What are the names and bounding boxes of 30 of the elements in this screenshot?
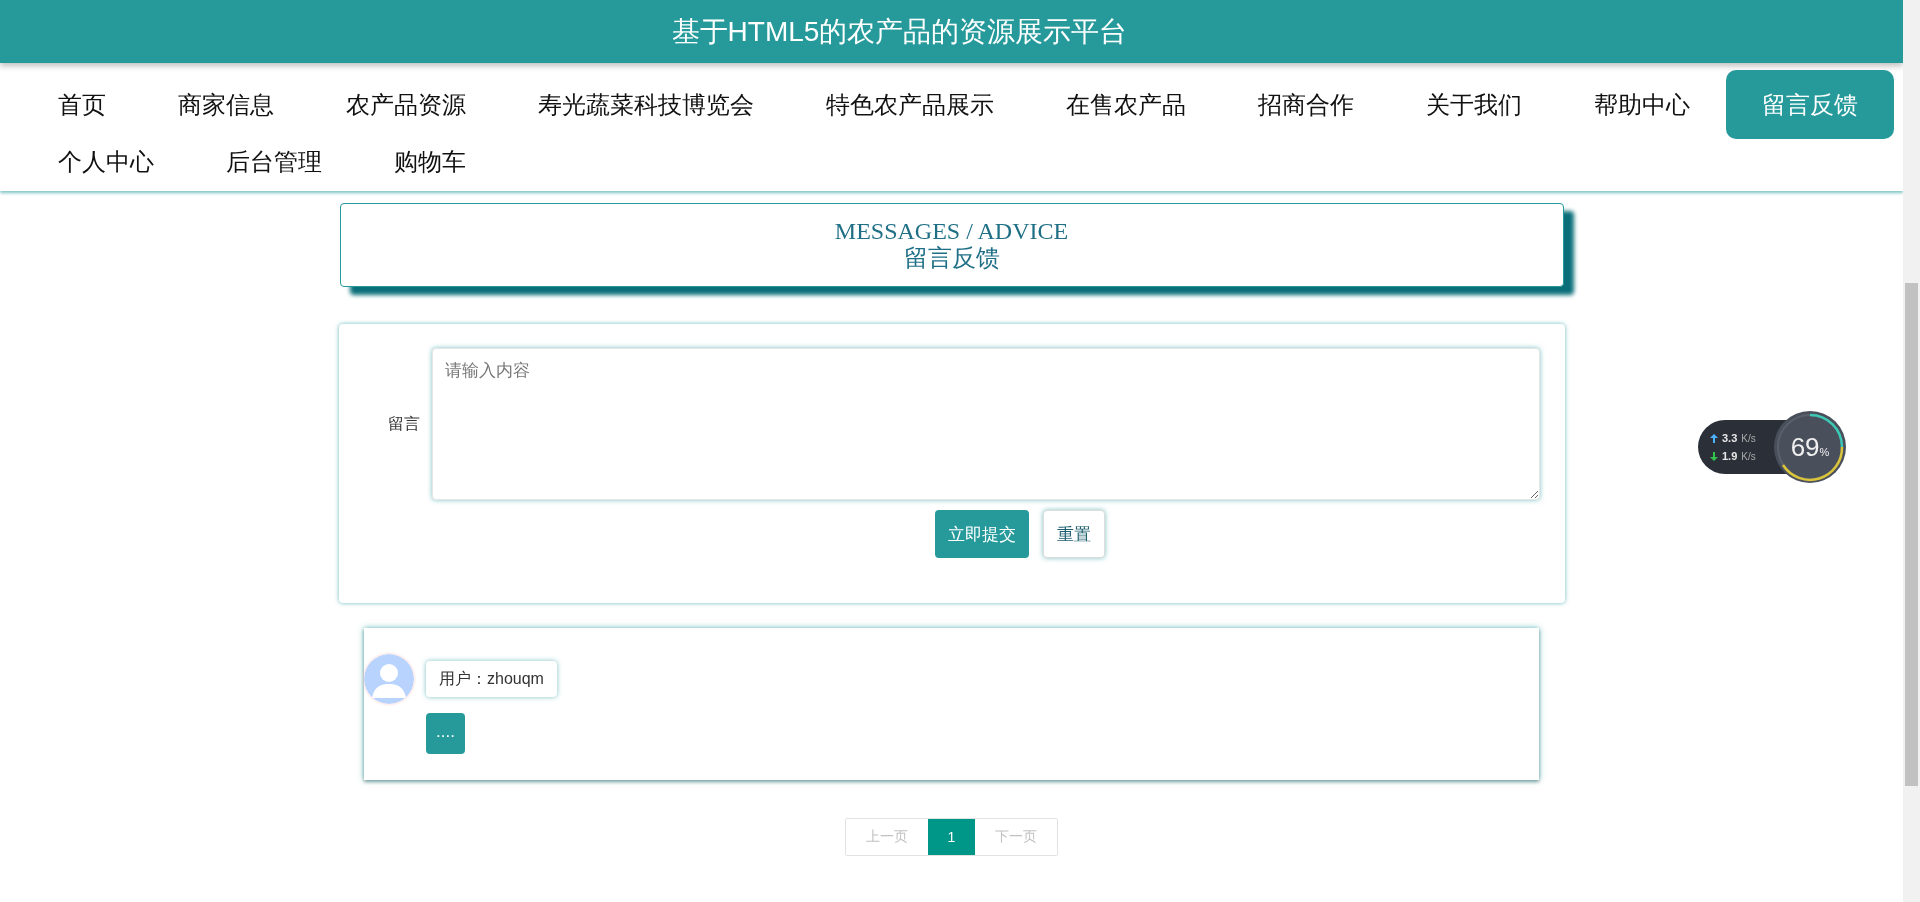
download-unit: K/s [1741,450,1756,462]
nav-link[interactable]: 特色农产品展示 [790,82,1030,127]
nav-link[interactable]: 寿光蔬菜科技博览会 [502,82,790,127]
nav-link[interactable]: 关于我们 [1390,82,1558,127]
site-title: 基于HTML5的农产品的资源展示平台 [671,14,1128,49]
reset-button[interactable]: 重置 [1042,510,1105,558]
scrollbar-thumb[interactable] [1905,283,1918,786]
message-user: 用户：zhouqm [426,661,557,697]
nav-link[interactable]: 招商合作 [1222,82,1390,127]
nav-link[interactable]: 农产品资源 [310,82,502,127]
usage-percent: 69% [1790,431,1830,463]
nav-link[interactable]: 帮助中心 [1558,82,1726,127]
download-speed: 1.9 [1722,450,1738,462]
message-input-field[interactable]: 请输入内容 [431,348,1540,500]
scrollbar[interactable] [1903,0,1920,902]
nav-link[interactable]: 个人中心 [22,139,190,184]
upload-speed: 3.3 [1722,432,1738,444]
nav-link[interactable]: 后台管理 [190,139,358,184]
down-arrow-icon [1710,451,1718,461]
message-label: 留言 [386,413,421,434]
message-content: .... [426,713,465,754]
section-title-chinese: 留言反馈 [903,244,1000,272]
up-arrow-icon [1710,433,1718,443]
page-link[interactable]: 1 [927,819,976,855]
section-title-english: MESSAGES / ADVICE [834,218,1069,244]
nav-link[interactable]: 购物车 [358,139,502,184]
upload-unit: K/s [1741,432,1756,444]
nav-link[interactable]: 商家信息 [142,82,310,127]
nav-link[interactable]: 首页 [22,82,142,127]
nav-link[interactable]: 在售农产品 [1030,82,1222,127]
